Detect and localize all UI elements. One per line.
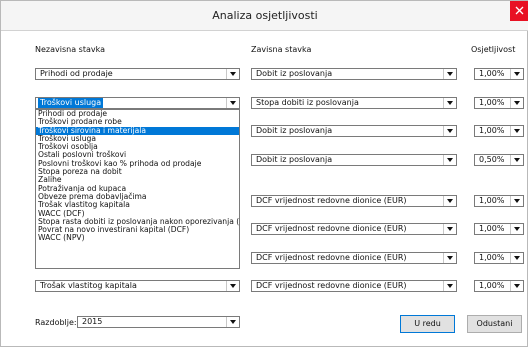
chevron-down-icon[interactable] — [510, 253, 523, 263]
close-icon — [515, 6, 524, 15]
chevron-down-icon[interactable] — [510, 126, 523, 136]
period-label: Razdoblje: — [35, 318, 77, 327]
chevron-down-icon[interactable] — [510, 224, 523, 234]
header-sensitivity: Osjetljivost — [471, 45, 516, 54]
dialog-window: Analiza osjetljivosti Nezavisna stavka Z… — [0, 0, 528, 347]
chevron-down-icon[interactable] — [443, 224, 456, 234]
header-independent: Nezavisna stavka — [35, 45, 105, 54]
dependent-select-3[interactable]: Dobit iz poslovanja — [251, 125, 457, 137]
dependent-select-2[interactable]: Stopa dobiti iz poslovanja — [251, 97, 457, 109]
chevron-down-icon[interactable] — [226, 98, 239, 108]
cancel-button[interactable]: Odustani — [467, 315, 522, 333]
chevron-down-icon[interactable] — [443, 253, 456, 263]
sensitivity-select-1[interactable]: 1,00% — [474, 68, 524, 80]
dependent-select-4[interactable]: Dobit iz poslovanja — [251, 154, 457, 166]
dependent-select-8[interactable]: DCF vrijednost redovne dionice (EUR) — [251, 280, 457, 292]
dialog-title: Analiza osjetljivosti — [212, 9, 318, 22]
sensitivity-select-4[interactable]: 0,50% — [474, 154, 524, 166]
chevron-down-icon[interactable] — [510, 281, 523, 291]
chevron-down-icon[interactable] — [510, 69, 523, 79]
sensitivity-select-8[interactable]: 1,00% — [474, 280, 524, 292]
period-select[interactable]: 2015 — [77, 316, 240, 328]
chevron-down-icon[interactable] — [443, 196, 456, 206]
dependent-select-7[interactable]: DCF vrijednost redovne dionice (EUR) — [251, 252, 457, 264]
sensitivity-select-5[interactable]: 1,00% — [474, 195, 524, 207]
list-item[interactable]: WACC (NPV) — [36, 234, 239, 243]
chevron-down-icon[interactable] — [443, 69, 456, 79]
chevron-down-icon[interactable] — [443, 155, 456, 165]
independent-select-8[interactable]: Trošak vlastitog kapitala — [35, 280, 240, 292]
sensitivity-select-2[interactable]: 1,00% — [474, 97, 524, 109]
chevron-down-icon[interactable] — [226, 69, 239, 79]
independent-dropdown-list[interactable]: Prihodi od prodaje Troškovi prodane robe… — [35, 109, 240, 269]
chevron-down-icon[interactable] — [443, 126, 456, 136]
chevron-down-icon[interactable] — [510, 98, 523, 108]
dependent-select-6[interactable]: DCF vrijednost redovne dionice (EUR) — [251, 223, 457, 235]
chevron-down-icon[interactable] — [510, 196, 523, 206]
dependent-select-5[interactable]: DCF vrijednost redovne dionice (EUR) — [251, 195, 457, 207]
title-bar: Analiza osjetljivosti — [1, 1, 528, 31]
independent-select-2[interactable]: Troškovi usluga — [35, 97, 240, 109]
sensitivity-select-6[interactable]: 1,00% — [474, 223, 524, 235]
close-button[interactable] — [510, 1, 528, 21]
chevron-down-icon[interactable] — [443, 281, 456, 291]
chevron-down-icon[interactable] — [226, 281, 239, 291]
chevron-down-icon[interactable] — [510, 155, 523, 165]
independent-select-1[interactable]: Prihodi od prodaje — [35, 68, 240, 80]
header-dependent: Zavisna stavka — [251, 45, 312, 54]
sensitivity-select-7[interactable]: 1,00% — [474, 252, 524, 264]
ok-button[interactable]: U redu — [400, 315, 455, 333]
dependent-select-1[interactable]: Dobit iz poslovanja — [251, 68, 457, 80]
sensitivity-select-3[interactable]: 1,00% — [474, 125, 524, 137]
chevron-down-icon[interactable] — [226, 317, 239, 327]
list-item[interactable]: Stopa poreza na dobit — [36, 167, 239, 176]
chevron-down-icon[interactable] — [443, 98, 456, 108]
